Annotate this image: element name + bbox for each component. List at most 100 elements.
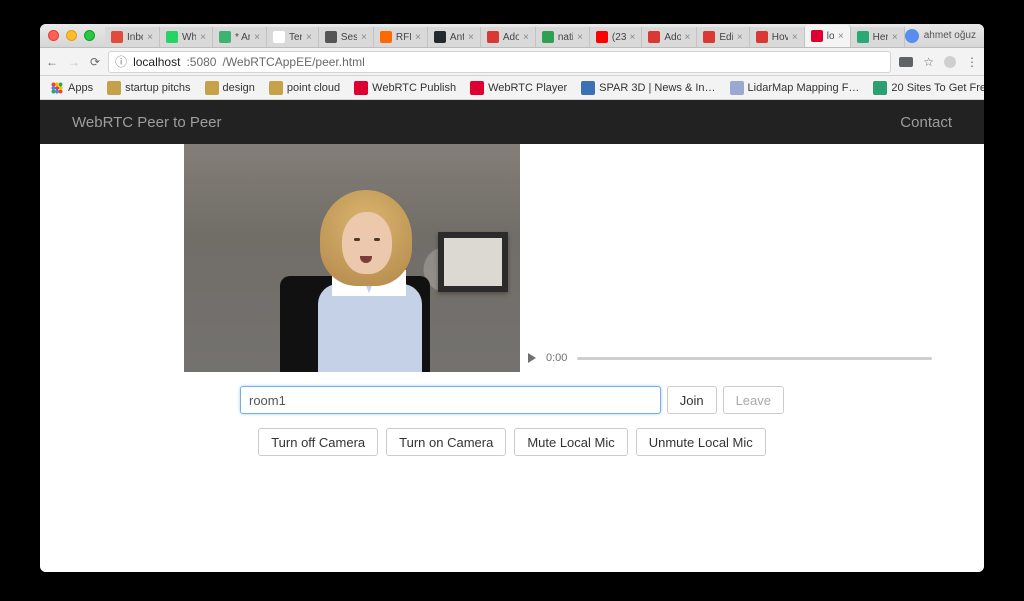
minimize-window-button[interactable] (66, 30, 77, 41)
browser-tab[interactable]: Ado × (481, 27, 536, 47)
tab-label: Her (873, 32, 888, 43)
local-video (184, 144, 520, 372)
tab-label: * Ar (235, 32, 250, 43)
menu-icon[interactable]: ⋮ (966, 55, 978, 69)
bookmark-item[interactable]: SPAR 3D | News & In… (581, 81, 715, 95)
close-tab-icon[interactable]: × (468, 32, 474, 43)
toolbar-right: ☆ ⋮ (899, 55, 978, 69)
browser-tab[interactable]: Her × (851, 27, 905, 47)
favicon-icon (703, 31, 715, 43)
bookmark-folder[interactable]: startup pitchs (107, 81, 190, 95)
turn-on-camera-button[interactable]: Turn on Camera (386, 428, 506, 456)
bookmark-item[interactable]: WebRTC Publish (354, 81, 456, 95)
audio-track[interactable] (577, 357, 932, 360)
address-path: /WebRTCAppEE/peer.html (222, 55, 364, 69)
favicon-icon (811, 30, 823, 42)
browser-tab[interactable]: Hov × (750, 27, 805, 47)
browser-tab[interactable]: Ses× (319, 27, 374, 47)
browser-tab[interactable]: lo × (805, 25, 851, 47)
bookmark-item[interactable]: WebRTC Player (470, 81, 567, 95)
profile-chip[interactable]: ahmet oğuz (905, 29, 976, 43)
tab-label: Wh (182, 32, 196, 43)
browser-tab[interactable]: Wh × (160, 27, 213, 47)
close-tab-icon[interactable]: × (792, 32, 798, 43)
nav-contact-link[interactable]: Contact (900, 114, 952, 131)
favicon-icon (487, 31, 499, 43)
bookmark-star-icon[interactable]: ☆ (923, 55, 934, 69)
browser-tab[interactable]: Ado× (642, 27, 697, 47)
bookmark-label: WebRTC Player (488, 82, 567, 94)
site-info-icon[interactable]: ⓘ (115, 53, 127, 70)
zoom-window-button[interactable] (84, 30, 95, 41)
browser-tab[interactable]: Ter × (267, 27, 319, 47)
close-tab-icon[interactable]: × (737, 32, 743, 43)
browser-tab[interactable]: (23× (590, 27, 642, 47)
unmute-mic-button[interactable]: Unmute Local Mic (636, 428, 766, 456)
favicon-icon (434, 31, 446, 43)
tab-label: Ado (503, 32, 519, 43)
favicon-icon (325, 31, 337, 43)
mute-mic-button[interactable]: Mute Local Mic (514, 428, 627, 456)
bookmarks-apps[interactable]: Apps (50, 81, 93, 95)
close-tab-icon[interactable]: × (838, 31, 844, 42)
tab-label: RFI (396, 32, 411, 43)
address-bar[interactable]: ⓘ localhost :5080/WebRTCAppEE/peer.html (108, 51, 891, 73)
bookmark-label: startup pitchs (125, 82, 190, 94)
close-tab-icon[interactable]: × (523, 32, 529, 43)
tab-label: Ter (289, 32, 302, 43)
close-tab-icon[interactable]: × (892, 32, 898, 43)
join-button[interactable]: Join (667, 386, 717, 414)
leave-button: Leave (723, 386, 784, 414)
browser-tab[interactable]: Ant × (428, 27, 481, 47)
bookmark-item[interactable]: 20 Sites To Get Free… (873, 81, 984, 95)
toolbar: ← → ⟳ ⓘ localhost :5080/WebRTCAppEE/peer.… (40, 48, 984, 76)
profile-switch-icon[interactable] (944, 56, 956, 68)
bookmark-label: LidarMap Mapping F… (748, 82, 860, 94)
close-tab-icon[interactable]: × (577, 32, 583, 43)
bookmark-folder[interactable]: design (205, 81, 255, 95)
person-illustration (312, 184, 422, 372)
address-host: localhost (133, 55, 180, 69)
browser-tab[interactable]: nati× (536, 27, 590, 47)
close-tab-icon[interactable]: × (361, 32, 367, 43)
apps-icon (50, 81, 64, 95)
profile-name: ahmet oğuz (924, 30, 976, 41)
app-body: 0:00 Join Leave Turn off Camera Turn on … (40, 144, 984, 572)
tab-label: Hov (772, 32, 788, 43)
favicon-icon (648, 31, 660, 43)
tab-label: lo (827, 31, 834, 42)
extension-indicator-icon[interactable] (899, 57, 913, 67)
close-tab-icon[interactable]: × (630, 32, 636, 43)
close-tab-icon[interactable]: × (306, 32, 312, 43)
bookmark-item[interactable]: LidarMap Mapping F… (730, 81, 860, 95)
close-tab-icon[interactable]: × (685, 32, 691, 43)
browser-tab[interactable]: Edi × (697, 27, 749, 47)
turn-off-camera-button[interactable]: Turn off Camera (258, 428, 378, 456)
bookmark-folder[interactable]: point cloud (269, 81, 340, 95)
bookmark-icon (581, 81, 595, 95)
close-tab-icon[interactable]: × (200, 32, 206, 43)
address-port: :5080 (186, 55, 216, 69)
reload-button[interactable]: ⟳ (90, 55, 100, 69)
bookmark-label: point cloud (287, 82, 340, 94)
play-icon[interactable] (528, 353, 536, 363)
back-button[interactable]: ← (46, 55, 58, 69)
bookmark-icon (730, 81, 744, 95)
tab-strip: Inbo×Wh×* Ar×Ter×Ses×RFI×Ant×Ado×nati×(2… (105, 24, 905, 47)
close-tab-icon[interactable]: × (415, 32, 421, 43)
close-window-button[interactable] (48, 30, 59, 41)
browser-tab[interactable]: * Ar × (213, 27, 267, 47)
controls-row: Turn off Camera Turn on Camera Mute Loca… (64, 428, 960, 456)
avatar-icon (905, 29, 919, 43)
browser-tab[interactable]: RFI × (374, 27, 428, 47)
app-brand: WebRTC Peer to Peer (72, 114, 222, 131)
browser-tab[interactable]: Inbo× (105, 27, 160, 47)
room-id-input[interactable] (240, 386, 661, 414)
close-tab-icon[interactable]: × (254, 32, 260, 43)
nav-buttons: ← → ⟳ (46, 55, 100, 69)
close-tab-icon[interactable]: × (147, 32, 153, 43)
tab-label: Edi (719, 32, 733, 43)
forward-button[interactable]: → (68, 55, 80, 69)
tab-label: Ant (450, 32, 464, 43)
favicon-icon (857, 31, 869, 43)
